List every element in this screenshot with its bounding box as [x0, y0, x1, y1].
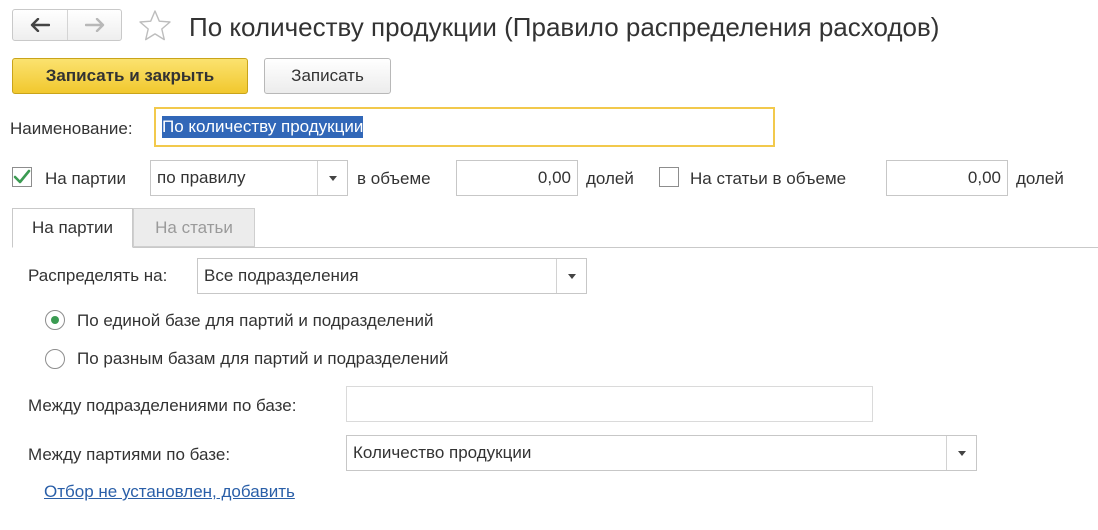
name-input[interactable]: По количеству продукции: [154, 107, 775, 147]
batches-rule-value: по правилу: [157, 168, 246, 187]
chevron-down-icon: [957, 450, 966, 456]
add-filter-link[interactable]: Отбор не установлен, добавить: [44, 482, 295, 502]
tab-divider: [12, 247, 1098, 248]
batches-checkbox[interactable]: [12, 167, 32, 187]
between-batches-label: Между партиями по базе:: [28, 445, 231, 464]
radio-single-base[interactable]: [45, 310, 65, 330]
save-button[interactable]: Записать: [264, 58, 391, 94]
back-button[interactable]: [13, 10, 67, 40]
tab-items[interactable]: На статьи: [133, 208, 255, 247]
distribute-label: Распределять на:: [28, 266, 168, 285]
between-batches-dropdown-button[interactable]: [946, 436, 976, 470]
batches-volume-input[interactable]: 0,00: [456, 160, 578, 196]
items-shares-label: долей: [1016, 169, 1064, 188]
forward-button[interactable]: [67, 10, 121, 40]
batches-rule-dropdown-button[interactable]: [317, 161, 347, 195]
name-value: По количеству продукции: [162, 116, 364, 138]
navigation-buttons: [12, 9, 122, 41]
between-batches-value: Количество продукции: [353, 443, 532, 462]
radio-selected-dot: [51, 316, 59, 324]
batches-shares-label: долей: [586, 169, 634, 188]
items-volume-value: 0,00: [967, 168, 1001, 187]
chevron-down-icon: [567, 273, 576, 279]
batches-checkbox-label: На партии: [45, 169, 126, 188]
checkmark-icon: [13, 169, 31, 184]
in-volume-label: в объеме: [357, 169, 431, 188]
items-checkbox[interactable]: [659, 167, 679, 187]
radio-different-bases-label: По разным базам для партий и подразделен…: [77, 349, 449, 368]
distribute-value: Все подразделения: [204, 266, 359, 285]
items-volume-input[interactable]: 0,00: [886, 160, 1008, 196]
distribute-select[interactable]: Все подразделения: [197, 258, 587, 294]
arrow-right-icon: [84, 18, 104, 32]
radio-single-base-label: По единой базе для партий и подразделени…: [77, 311, 434, 330]
batches-rule-select[interactable]: по правилу: [150, 160, 348, 196]
star-icon: [139, 10, 171, 41]
tab-batches[interactable]: На партии: [12, 208, 133, 248]
name-label: Наименование:: [10, 119, 133, 138]
between-departments-label: Между подразделениями по базе:: [28, 396, 297, 415]
page-title: По количеству продукции (Правило распред…: [189, 12, 940, 42]
save-and-close-button[interactable]: Записать и закрыть: [12, 58, 248, 94]
between-batches-select[interactable]: Количество продукции: [346, 435, 977, 471]
batches-volume-value: 0,00: [537, 168, 571, 187]
radio-different-bases[interactable]: [45, 349, 65, 369]
items-checkbox-label: На статьи в объеме: [690, 169, 847, 188]
arrow-left-icon: [30, 18, 50, 32]
distribute-dropdown-button[interactable]: [556, 259, 586, 293]
favorite-star-button[interactable]: [137, 8, 173, 44]
between-departments-input[interactable]: [346, 386, 873, 422]
chevron-down-icon: [328, 175, 337, 181]
